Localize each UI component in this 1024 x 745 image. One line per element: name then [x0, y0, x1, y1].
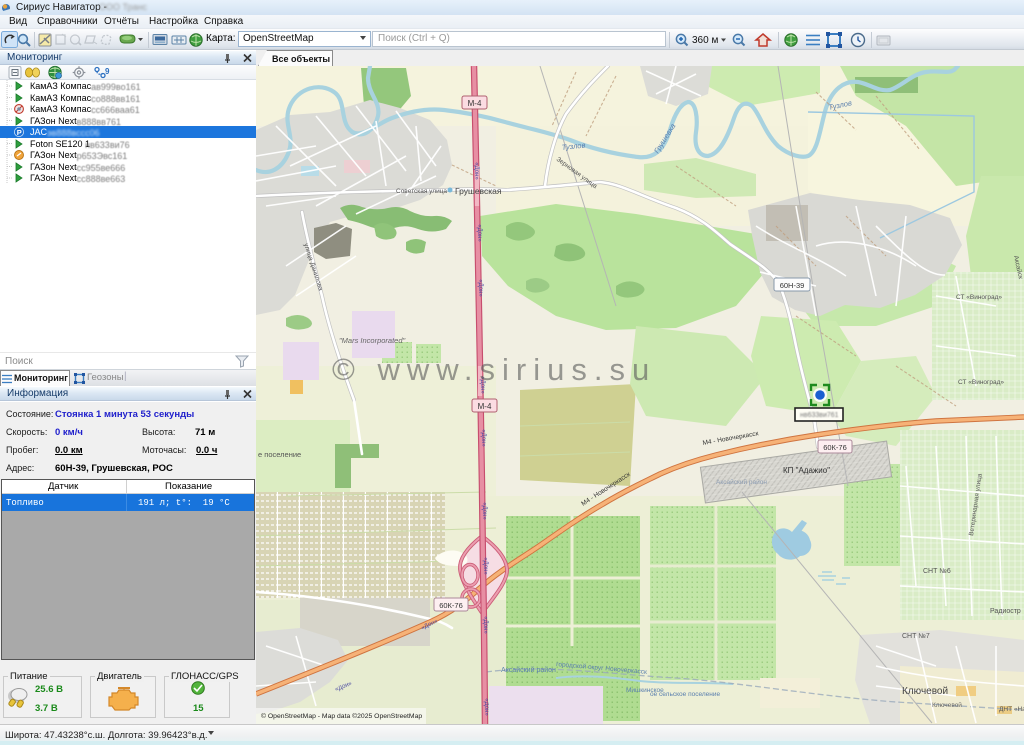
svg-text:60К-76: 60К-76 — [439, 601, 463, 610]
svg-text:«Дон»: «Дон» — [482, 557, 488, 575]
svg-text:«Дон»: «Дон» — [483, 698, 489, 716]
svg-text:«Дон»: «Дон» — [481, 502, 487, 520]
svg-text:нв633ви761: нв633ви761 — [800, 412, 839, 419]
svg-text:Советская улица: Советская улица — [396, 188, 447, 195]
svg-text:ДНТ «Нав: ДНТ «Нав — [999, 706, 1024, 713]
svg-text:9: 9 — [105, 67, 110, 76]
svg-text:360 м: 360 м — [692, 35, 718, 46]
svg-text:© www.sirius.su: © www.sirius.su — [332, 352, 656, 387]
svg-text:М-4: М-4 — [478, 402, 492, 411]
svg-text:"Mars Incorporated": "Mars Incorporated" — [339, 336, 406, 345]
svg-text:е поселение: е поселение — [258, 450, 301, 459]
svg-text:М-4: М-4 — [468, 99, 482, 108]
svg-text:Аксайский район: Аксайский район — [501, 666, 556, 674]
svg-text:«Дон»: «Дон» — [480, 429, 486, 447]
svg-text:СНТ №7: СНТ №7 — [902, 633, 930, 640]
svg-text:P: P — [17, 128, 22, 137]
svg-text:© OpenStreetMap - Map data ©20: © OpenStreetMap - Map data ©2025 OpenStr… — [261, 712, 422, 720]
svg-text:СНТ №6: СНТ №6 — [923, 568, 951, 575]
svg-text:Аксайский район: Аксайский район — [716, 478, 767, 486]
svg-text:ое сельское поселение: ое сельское поселение — [650, 691, 720, 698]
svg-text:«Дон»: «Дон» — [476, 224, 482, 242]
svg-text:СТ «Виноград»: СТ «Виноград» — [956, 294, 1002, 301]
svg-text:КП "Адажио": КП "Адажио" — [783, 466, 830, 475]
svg-text:Ключевой: Ключевой — [902, 686, 948, 697]
svg-text:СТ «Виноград»: СТ «Виноград» — [958, 379, 1004, 386]
svg-text:Радиостр: Радиостр — [990, 608, 1021, 615]
svg-text:60К-76: 60К-76 — [823, 443, 847, 452]
svg-text:«Дон»: «Дон» — [477, 279, 483, 297]
svg-text:Грушевская: Грушевская — [455, 186, 502, 196]
svg-text:Ключевой: Ключевой — [932, 701, 962, 709]
svg-text:60Н-39: 60Н-39 — [780, 281, 805, 290]
svg-text:«Дон»: «Дон» — [482, 616, 488, 634]
svg-text:«Дон»: «Дон» — [473, 162, 479, 180]
